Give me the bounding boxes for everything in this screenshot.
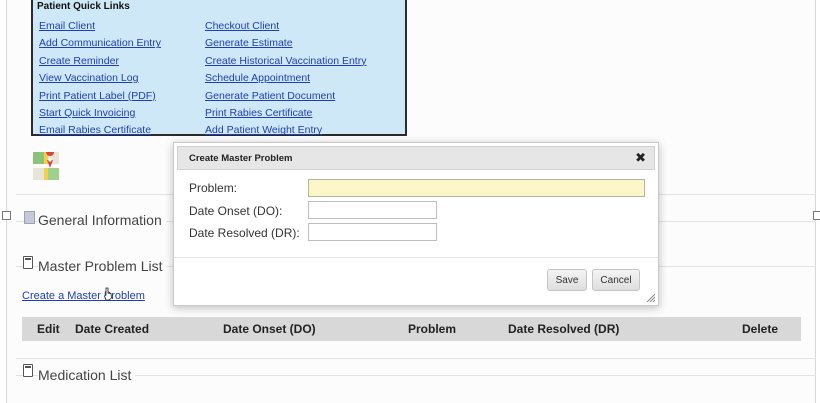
date-resolved-input[interactable] <box>308 223 437 241</box>
date-onset-label: Date Onset (DO): <box>189 204 283 218</box>
header-edit: Edit <box>37 322 60 336</box>
header-date-resolved: Date Resolved (DR) <box>508 322 620 336</box>
header-date-onset: Date Onset (DO) <box>223 322 316 336</box>
general-information-icon <box>24 211 35 224</box>
create-historical-vaccination-entry-link[interactable]: Create Historical Vaccination Entry <box>205 53 366 70</box>
header-problem: Problem <box>408 322 457 336</box>
add-patient-weight-entry-link[interactable]: Add Patient Weight Entry <box>205 122 366 139</box>
frame-resize-handle-right[interactable] <box>813 211 820 220</box>
general-information-title[interactable]: General Information <box>38 212 166 228</box>
schedule-appointment-link[interactable]: Schedule Appointment <box>205 70 366 87</box>
checkout-client-link[interactable]: Checkout Client <box>205 18 366 35</box>
dialog-divider <box>174 257 658 258</box>
frame-resize-handle-left[interactable] <box>2 211 11 220</box>
mouse-cursor-icon <box>104 287 112 301</box>
cancel-button[interactable]: Cancel <box>592 269 640 291</box>
header-date-created: Date Created <box>75 322 150 336</box>
print-patient-label-link[interactable]: Print Patient Label (PDF) <box>39 88 161 105</box>
dialog-titlebar[interactable]: Create Master Problem ✖ <box>177 146 655 170</box>
close-icon[interactable]: ✖ <box>635 150 646 166</box>
generate-estimate-link[interactable]: Generate Estimate <box>205 35 366 52</box>
start-quick-invoicing-link[interactable]: Start Quick Invoicing <box>39 105 161 122</box>
date-resolved-label: Date Resolved (DR): <box>189 226 300 240</box>
create-reminder-link[interactable]: Create Reminder <box>39 53 161 70</box>
medication-section-line <box>16 375 816 376</box>
date-onset-input[interactable] <box>308 201 437 219</box>
dialog-title: Create Master Problem <box>189 153 293 164</box>
create-master-problem-dialog: Create Master Problem ✖ Problem: Date On… <box>173 142 659 306</box>
master-problem-list-icon <box>23 256 33 269</box>
add-communication-entry-link[interactable]: Add Communication Entry <box>39 35 161 52</box>
master-problem-table-header: Edit Date Created Date Onset (DO) Proble… <box>22 317 801 341</box>
medication-list-title[interactable]: Medication List <box>38 367 136 383</box>
map-icon[interactable] <box>33 152 59 180</box>
header-delete: Delete <box>742 322 779 336</box>
resize-grip-icon[interactable] <box>646 293 655 302</box>
email-rabies-certificate-link[interactable]: Email Rabies Certificate <box>39 122 161 139</box>
generate-patient-document-link[interactable]: Generate Patient Document <box>205 88 366 105</box>
quick-links-left-column: Email Client Add Communication Entry Cre… <box>39 18 161 140</box>
problem-input[interactable] <box>308 179 645 197</box>
email-client-link[interactable]: Email Client <box>39 18 161 35</box>
quick-links-right-column: Checkout Client Generate Estimate Create… <box>205 18 366 140</box>
master-problem-list-title[interactable]: Master Problem List <box>38 258 167 274</box>
view-vaccination-log-link[interactable]: View Vaccination Log <box>39 70 161 87</box>
save-button[interactable]: Save <box>547 269 587 291</box>
medication-list-icon <box>23 364 33 377</box>
create-master-problem-link[interactable]: Create a Master Problem <box>22 290 145 302</box>
print-rabies-certificate-link[interactable]: Print Rabies Certificate <box>205 105 366 122</box>
problem-label: Problem: <box>189 181 238 195</box>
medication-section-line-top <box>16 358 816 359</box>
quick-links-title: Patient Quick Links <box>37 1 130 12</box>
patient-quick-links-panel: Patient Quick Links Email Client Add Com… <box>31 0 407 136</box>
